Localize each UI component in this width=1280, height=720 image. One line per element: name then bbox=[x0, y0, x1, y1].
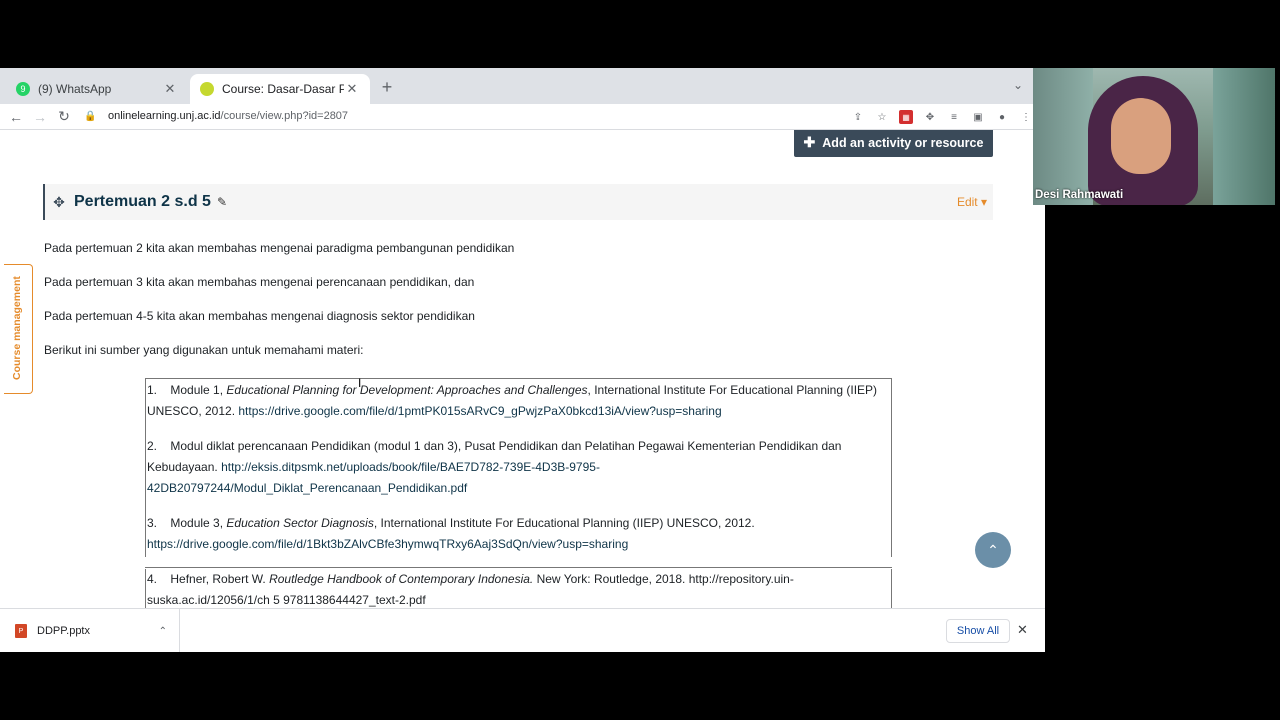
browser-toolbar: ← → ↻ 🔒 onlinelearning.unj.ac.id/course/… bbox=[0, 104, 1045, 130]
chevron-up-icon[interactable]: ⌃ bbox=[159, 626, 167, 637]
show-all-button[interactable]: Show All bbox=[946, 619, 1010, 643]
more-menu-icon[interactable]: ⋮ bbox=[1019, 110, 1033, 124]
tab-strip: 9 (9) WhatsApp ✕ Course: Dasar-Dasar Per… bbox=[0, 68, 1045, 104]
url-host: onlinelearning.unj.ac.id bbox=[108, 110, 221, 122]
reference-item: 2. Modul diklat perencanaan Pendidikan (… bbox=[147, 439, 842, 495]
chevron-up-icon: ⌃ bbox=[987, 541, 999, 558]
new-tab-button[interactable]: + bbox=[378, 77, 396, 98]
reference-list: 1. Module 1, Educational Planning for De… bbox=[145, 378, 892, 557]
webcam-video: Desi Rahmawati bbox=[1033, 68, 1275, 205]
pptx-file-icon: P bbox=[15, 624, 27, 638]
address-bar[interactable]: 🔒 onlinelearning.unj.ac.id/course/view.p… bbox=[84, 104, 834, 128]
close-icon[interactable]: ✕ bbox=[344, 81, 360, 97]
side-panel-icon[interactable]: ▣ bbox=[971, 110, 985, 124]
tab-title: (9) WhatsApp bbox=[38, 82, 112, 96]
reference-item: 4. Hefner, Robert W. Routledge Handbook … bbox=[145, 569, 892, 608]
extension-icon[interactable]: ▦ bbox=[899, 110, 913, 124]
lock-icon: 🔒 bbox=[84, 110, 97, 122]
download-bar: P DDPP.pptx ⌃ Show All ✕ bbox=[0, 608, 1045, 652]
reference-item: 3. Module 3, Education Sector Diagnosis,… bbox=[147, 516, 755, 551]
star-icon[interactable]: ☆ bbox=[875, 110, 889, 124]
whatsapp-icon: 9 bbox=[16, 82, 30, 96]
participant-name: Desi Rahmawati bbox=[1035, 189, 1124, 201]
browser-window: 9 (9) WhatsApp ✕ Course: Dasar-Dasar Per… bbox=[0, 68, 1045, 652]
back-button[interactable]: ← bbox=[4, 109, 28, 125]
puzzle-icon[interactable]: ✥ bbox=[923, 110, 937, 124]
close-icon[interactable]: ✕ bbox=[162, 81, 178, 97]
plus-icon: ✚ bbox=[803, 134, 816, 150]
reading-list-icon[interactable]: ≡ bbox=[947, 110, 961, 124]
course-page: ✚ Add an activity or resource ✥ Pertemua… bbox=[0, 130, 1045, 608]
pencil-icon[interactable]: ✎ bbox=[217, 195, 227, 209]
toolbar-actions: ⇪ ☆ ▦ ✥ ≡ ▣ ● ⋮ bbox=[851, 104, 1033, 130]
reference-link[interactable]: https://drive.google.com/file/d/1pmtPK01… bbox=[238, 404, 721, 418]
course-management-drawer-toggle[interactable]: Course management bbox=[4, 264, 33, 394]
course-management-label: Course management bbox=[11, 276, 23, 380]
background-building bbox=[1213, 68, 1275, 205]
reference-link[interactable]: https://drive.google.com/file/d/1Bkt3bZA… bbox=[147, 537, 628, 551]
url-path: /course/view.php?id=2807 bbox=[220, 110, 349, 122]
tab-title: Course: Dasar-Dasar Perencan bbox=[222, 82, 344, 96]
participant-figure bbox=[1083, 76, 1203, 205]
add-activity-label: Add an activity or resource bbox=[822, 135, 984, 150]
paragraph: Pada pertemuan 3 kita akan membahas meng… bbox=[44, 275, 475, 289]
moodle-icon bbox=[200, 82, 214, 96]
download-item[interactable]: P DDPP.pptx ⌃ bbox=[10, 609, 180, 652]
paragraph: Berikut ini sumber yang digunakan untuk … bbox=[44, 343, 364, 357]
tab-whatsapp[interactable]: 9 (9) WhatsApp ✕ bbox=[6, 74, 188, 104]
reload-button[interactable]: ↻ bbox=[52, 108, 76, 125]
paragraph: Pada pertemuan 4-5 kita akan membahas me… bbox=[44, 309, 475, 323]
table-divider bbox=[145, 567, 892, 568]
forward-button[interactable]: → bbox=[28, 109, 52, 125]
scroll-to-top-button[interactable]: ⌃ bbox=[975, 532, 1011, 568]
section-header: ✥ Pertemuan 2 s.d 5 ✎ Edit ▾ bbox=[43, 184, 993, 220]
tab-course[interactable]: Course: Dasar-Dasar Perencan ✕ bbox=[190, 74, 370, 104]
profile-icon[interactable]: ● bbox=[995, 110, 1009, 124]
download-file-name: DDPP.pptx bbox=[37, 625, 90, 637]
share-icon[interactable]: ⇪ bbox=[851, 110, 865, 124]
section-title[interactable]: Pertemuan 2 s.d 5 bbox=[74, 193, 211, 211]
paragraph: Pada pertemuan 2 kita akan membahas meng… bbox=[44, 241, 515, 255]
caret-down-icon: ▾ bbox=[980, 195, 987, 209]
edit-menu[interactable]: Edit ▾ bbox=[957, 195, 987, 209]
add-activity-button[interactable]: ✚ Add an activity or resource bbox=[794, 130, 993, 157]
reference-item: 1. Module 1, Educational Planning for De… bbox=[147, 383, 878, 418]
close-icon[interactable]: ✕ bbox=[1017, 622, 1028, 638]
text-cursor-icon: I bbox=[358, 376, 362, 390]
move-icon[interactable]: ✥ bbox=[47, 194, 71, 211]
edit-label: Edit bbox=[956, 195, 978, 209]
chevron-down-icon[interactable]: ⌄ bbox=[1013, 78, 1023, 92]
